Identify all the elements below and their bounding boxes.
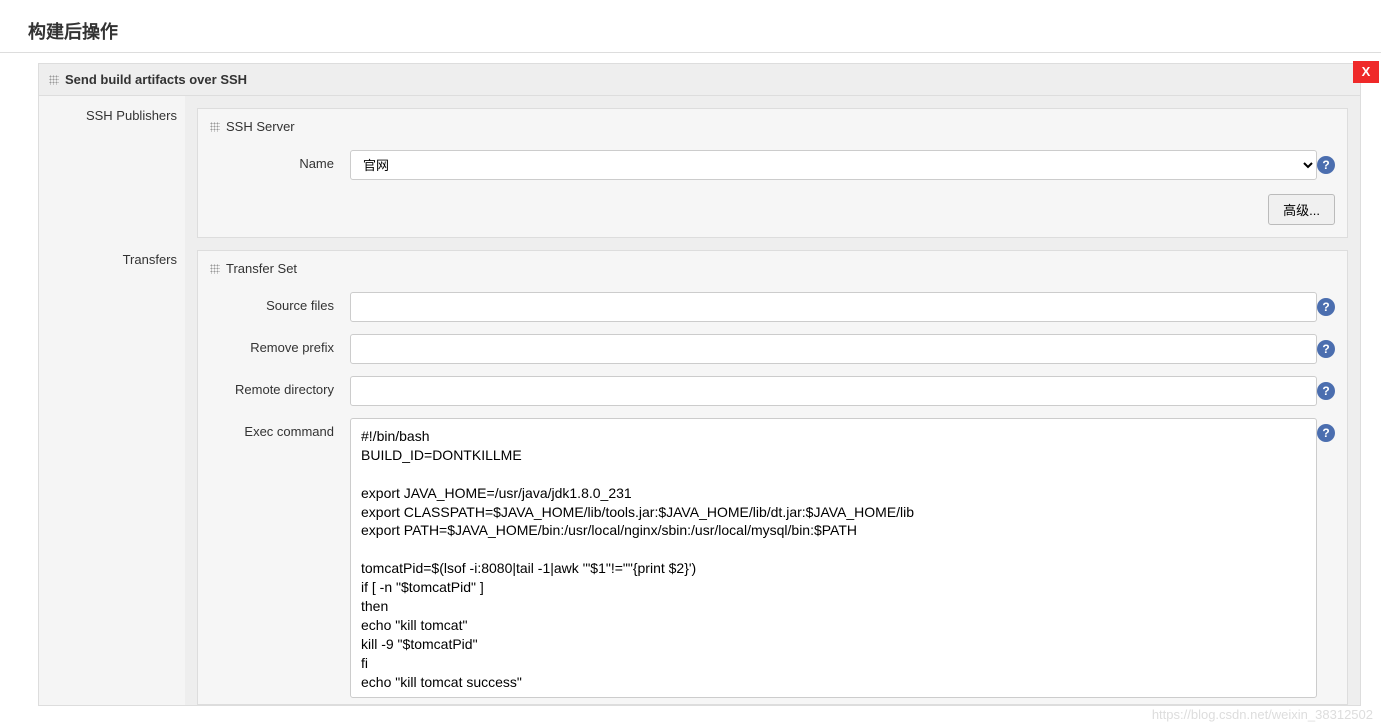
- close-icon[interactable]: X: [1353, 61, 1379, 83]
- advanced-button[interactable]: 高级...: [1268, 194, 1335, 225]
- ssh-server-name-select[interactable]: 官网: [350, 150, 1317, 180]
- drag-handle-icon[interactable]: [210, 264, 220, 274]
- transfers-label: Transfers: [39, 238, 185, 705]
- remove-prefix-label: Remove prefix: [210, 334, 350, 355]
- ssh-publishers-main: SSH Server Name 官网 ? 高级...: [185, 96, 1360, 238]
- page-title: 构建后操作: [0, 0, 1381, 52]
- remote-directory-label: Remote directory: [210, 376, 350, 397]
- name-label: Name: [210, 150, 350, 171]
- transfer-set-heading: Transfer Set: [198, 251, 1347, 286]
- ssh-server-heading: SSH Server: [198, 109, 1347, 144]
- exec-command-label: Exec command: [210, 418, 350, 439]
- transfers-main: Transfer Set Source files ? Remove prefi…: [185, 238, 1360, 705]
- help-icon[interactable]: ?: [1317, 424, 1335, 442]
- section-title: Send build artifacts over SSH: [65, 72, 247, 87]
- drag-handle-icon[interactable]: [49, 75, 59, 85]
- transfer-set-panel: Transfer Set Source files ? Remove prefi…: [197, 250, 1348, 705]
- help-icon[interactable]: ?: [1317, 156, 1335, 174]
- section-header[interactable]: Send build artifacts over SSH: [39, 64, 1360, 96]
- help-icon[interactable]: ?: [1317, 298, 1335, 316]
- exec-command-textarea[interactable]: [350, 418, 1317, 698]
- ssh-server-panel: SSH Server Name 官网 ? 高级...: [197, 108, 1348, 238]
- source-files-input[interactable]: [350, 292, 1317, 322]
- post-build-actions-frame: X Send build artifacts over SSH SSH Publ…: [0, 52, 1381, 706]
- ssh-publishers-label: SSH Publishers: [39, 96, 185, 238]
- help-icon[interactable]: ?: [1317, 382, 1335, 400]
- ssh-server-heading-text: SSH Server: [226, 119, 295, 134]
- remote-directory-input[interactable]: [350, 376, 1317, 406]
- remove-prefix-input[interactable]: [350, 334, 1317, 364]
- watermark: https://blog.csdn.net/weixin_38312502: [1152, 707, 1373, 722]
- transfer-set-heading-text: Transfer Set: [226, 261, 297, 276]
- ssh-publish-section: Send build artifacts over SSH SSH Publis…: [38, 63, 1361, 706]
- source-files-label: Source files: [210, 292, 350, 313]
- drag-handle-icon[interactable]: [210, 122, 220, 132]
- help-icon[interactable]: ?: [1317, 340, 1335, 358]
